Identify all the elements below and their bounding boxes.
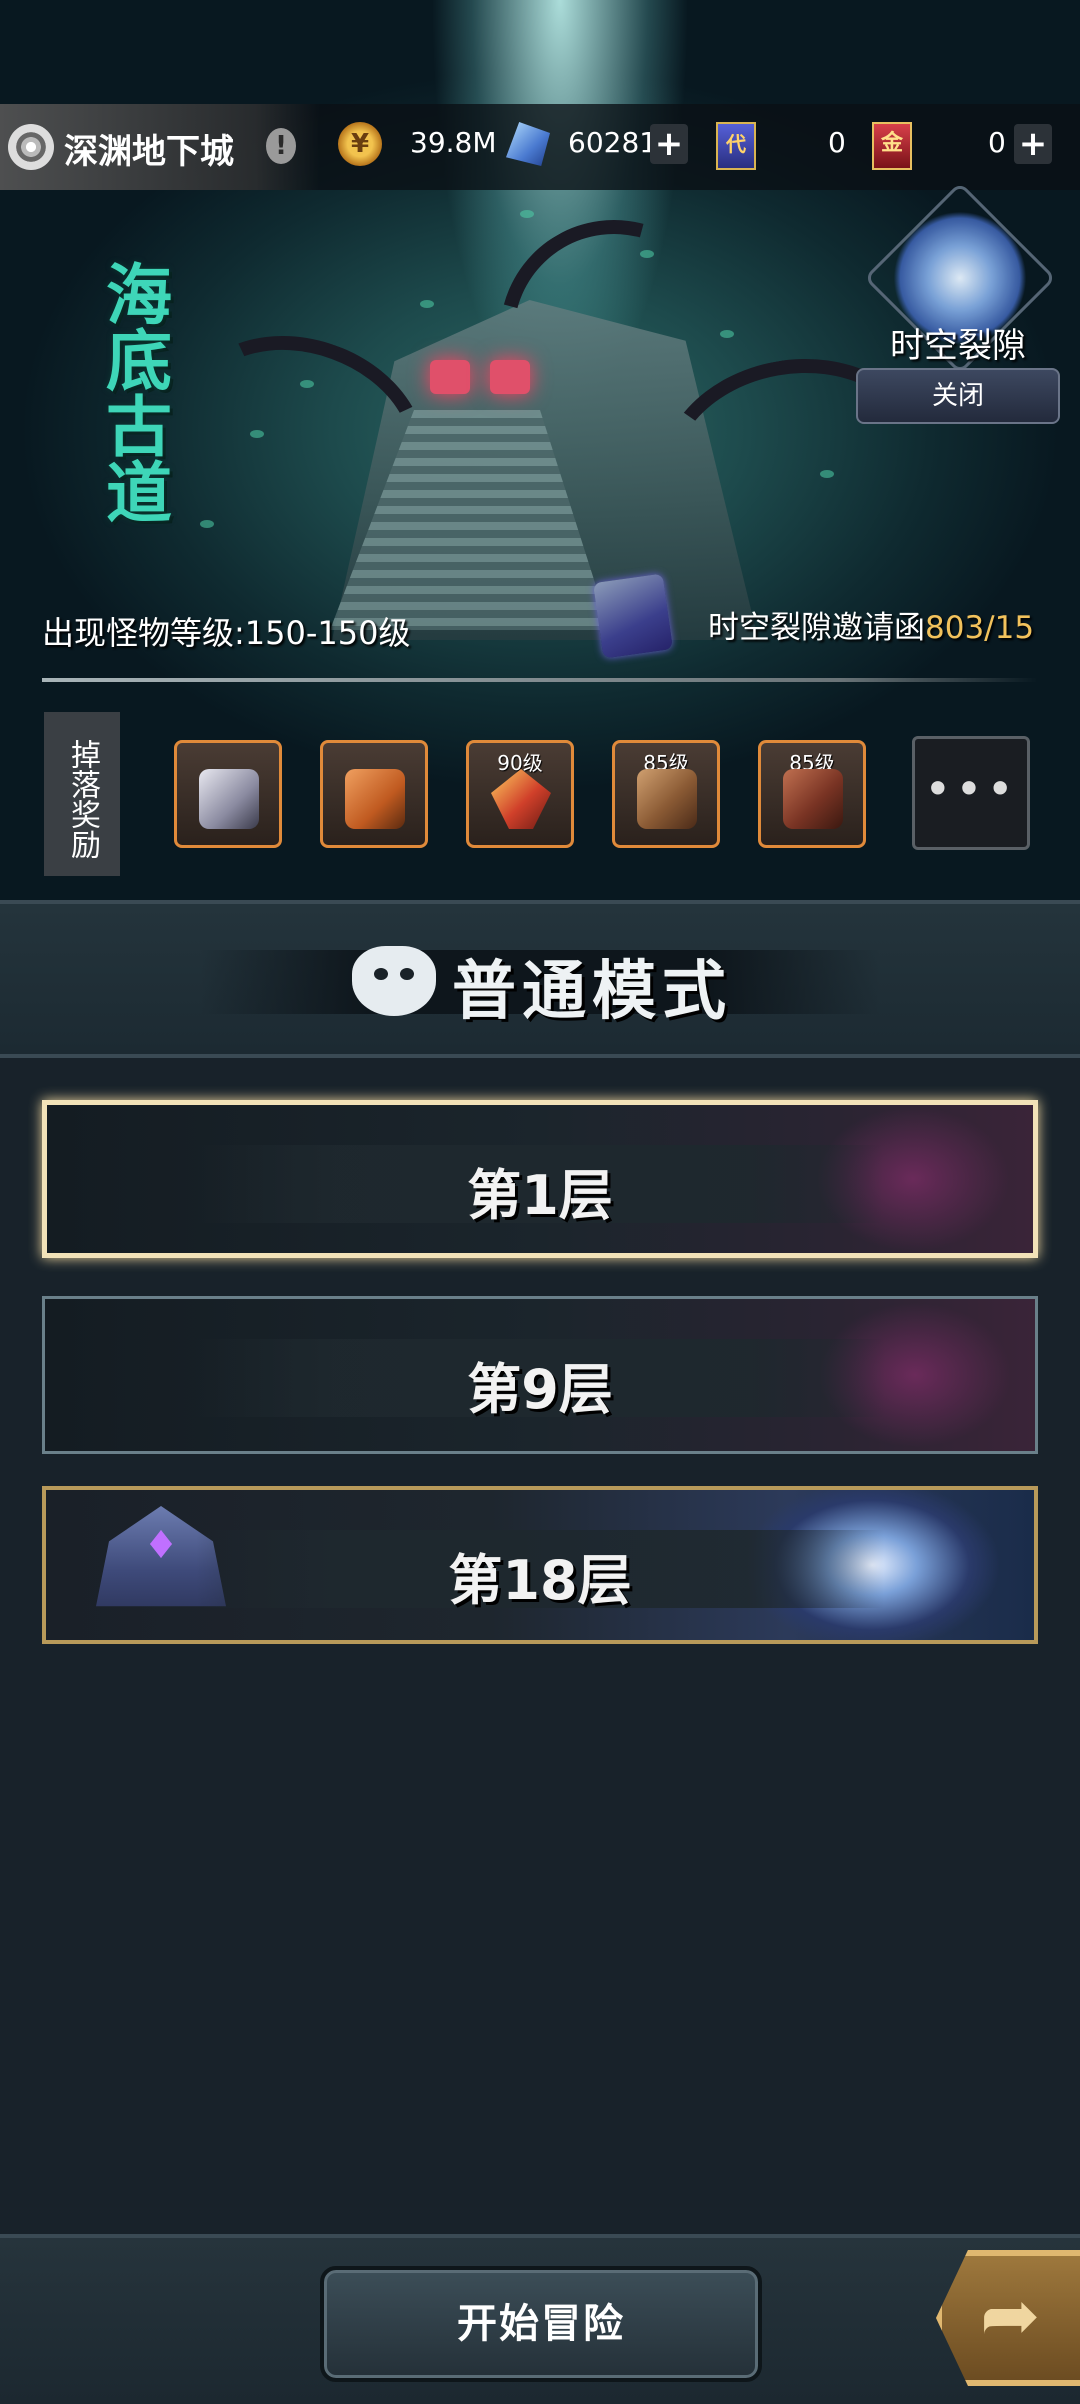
more-rewards-button[interactable]: ••• <box>912 736 1030 850</box>
rift-close-button[interactable]: 关闭 <box>856 368 1060 424</box>
start-adventure-button[interactable]: 开始冒险 <box>320 2266 762 2382</box>
floor-option-18[interactable]: 第18层 <box>42 1486 1038 1644</box>
axe-weapon-icon <box>491 769 551 829</box>
dungeon-tag[interactable]: 深渊地下城 ! <box>0 104 320 190</box>
floor-option-9[interactable]: 第9层 <box>42 1296 1038 1454</box>
area-title: 海底古道 <box>95 260 173 524</box>
floor-label: 第1层 <box>467 1164 613 1227</box>
greaves-icon <box>783 769 843 829</box>
crystal-value: 60281 <box>568 126 658 159</box>
rift-label: 时空裂隙 <box>890 326 1026 366</box>
mode-title: 普通模式 <box>452 955 732 1029</box>
reward-item[interactable] <box>174 740 282 848</box>
reward-item[interactable]: 85级 <box>758 740 866 848</box>
blue-card-value: 0 <box>828 126 846 159</box>
floor-label: 第18层 <box>448 1549 632 1612</box>
invite-letter-icon[interactable] <box>593 573 673 659</box>
reward-item[interactable]: 90级 <box>466 740 574 848</box>
silver-beast-icon <box>199 769 259 829</box>
gold-value: 39.8M <box>410 126 497 159</box>
gold-coin-icon: ¥ <box>338 122 382 166</box>
floor-option-1[interactable]: 第1层 <box>42 1100 1038 1258</box>
dungeon-name: 深渊地下城 <box>64 132 234 172</box>
invite-label-text: 时空裂隙邀请函 <box>708 610 925 646</box>
leaf-particle <box>420 300 434 308</box>
red-card-value: 0 <box>988 126 1006 159</box>
blue-card-icon: 代 <box>716 122 756 170</box>
drop-rewards-label: 掉落奖励 <box>44 712 120 876</box>
demon-mask-icon <box>352 946 436 1016</box>
invite-label: 时空裂隙邀请函803/15 <box>708 602 1034 647</box>
share-arrow-icon: ➦ <box>980 2273 1041 2357</box>
add-red-card-button[interactable]: + <box>1014 124 1052 164</box>
invite-count: 803/15 <box>925 610 1035 646</box>
resource-bar: 深渊地下城 ! ¥ 39.8M 60281 + 代 0 金 0 + <box>0 104 1080 190</box>
monster-level-text: 出现怪物等级:150-150级 <box>42 614 411 652</box>
temple-glow-left <box>430 360 470 394</box>
leaf-particle <box>520 210 534 218</box>
swirl-icon <box>8 124 54 170</box>
leaf-particle <box>200 520 214 528</box>
info-alert-icon[interactable]: ! <box>266 128 296 164</box>
red-card-icon: 金 <box>872 122 912 170</box>
divider <box>42 678 1038 682</box>
floor-label: 第9层 <box>467 1358 613 1421</box>
reward-item[interactable]: 85级 <box>612 740 720 848</box>
gauntlet-icon <box>637 769 697 829</box>
crystal-icon <box>506 122 550 166</box>
orange-dragon-icon <box>345 769 405 829</box>
add-crystal-button[interactable]: + <box>650 124 688 164</box>
reward-item[interactable] <box>320 740 428 848</box>
